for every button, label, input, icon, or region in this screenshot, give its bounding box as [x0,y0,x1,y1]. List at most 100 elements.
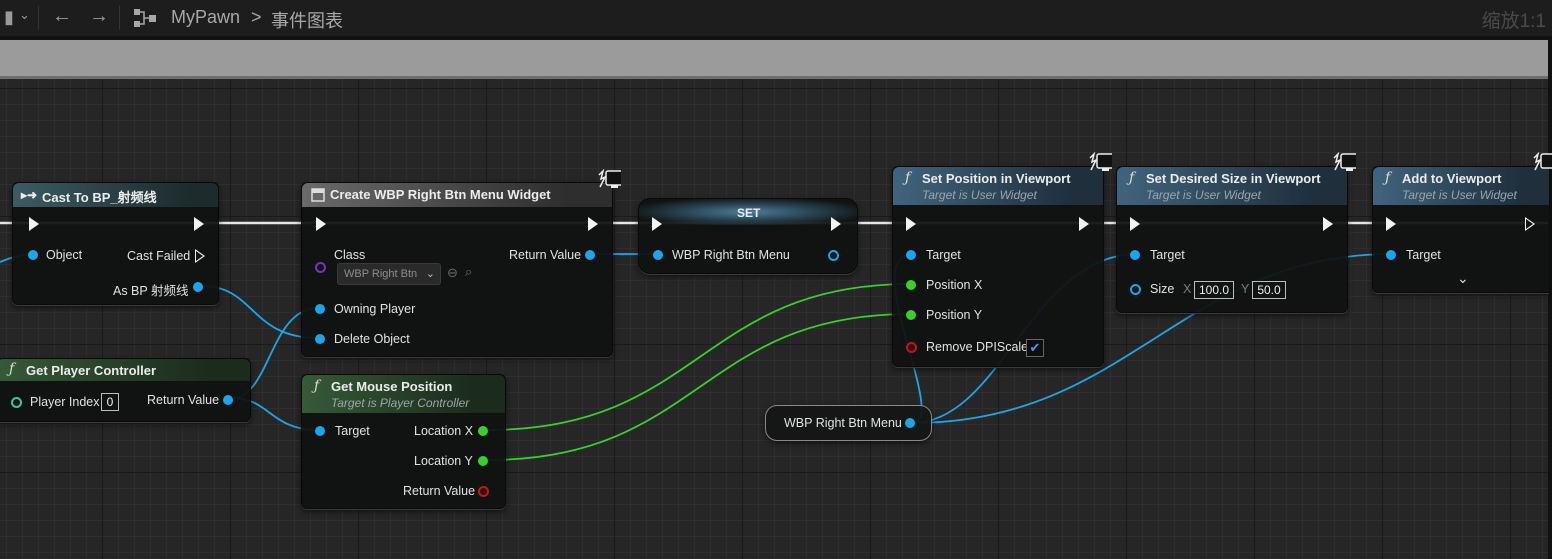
chevron-down-icon: ⌄ [425,268,435,280]
widget-icon [311,188,325,202]
monitor-badge-icon [1089,152,1112,171]
pin-label: Cast Failed [127,249,191,263]
node-title: SET [737,206,761,220]
node-title: Cast To BP_射频线 [42,190,157,205]
class-dropdown[interactable]: WBP Right Btn ⌄ [337,263,441,285]
position-x-pin[interactable] [906,280,916,290]
chevron-down-icon[interactable]: ⌄ [1457,270,1469,287]
cast-failed-pin[interactable] [195,249,205,263]
exec-out-pin[interactable] [1079,217,1089,231]
pin-label: Size [1150,282,1175,296]
as-bp-pin[interactable] [193,282,203,292]
node-title: Create WBP Right Btn Menu Widget [330,187,551,202]
pin-label: Return Value [509,248,582,262]
pin-label: Class [334,248,366,262]
node-title: Get Mouse Position [331,379,453,394]
exec-out-pin[interactable] [831,217,841,231]
object-pin[interactable] [28,250,38,260]
function-icon: ƒ [9,361,15,377]
remove-dpi-checkbox[interactable]: ✔ [1026,339,1044,357]
exec-in-pin[interactable] [1130,217,1140,231]
return-value-pin[interactable] [223,395,233,405]
exec-out-pin[interactable] [194,217,204,231]
function-icon: ƒ [1385,170,1391,186]
node-subtitle: Target is User Widget [1146,188,1261,202]
add-to-viewport-node[interactable]: ƒ Add to Viewport Target is User Widget … [1372,166,1549,293]
target-pin[interactable] [1130,250,1140,260]
location-x-pin[interactable] [478,426,488,436]
pin-label: Position Y [926,308,983,322]
node-subtitle: Target is User Widget [922,188,1037,202]
get-player-controller-node[interactable]: ƒ Get Player Controller Player Index 0 R… [0,358,251,422]
position-y-pin[interactable] [906,310,916,320]
target-pin[interactable] [1386,250,1396,260]
get-variable-node[interactable]: WBP Right Btn Menu [765,405,932,441]
monitor-badge-icon [598,169,621,188]
exec-out-pin[interactable] [588,217,598,231]
pin-label: Location Y [414,454,473,468]
get-mouse-position-node[interactable]: ƒ Get Mouse Position Target is Player Co… [301,374,506,509]
target-pin[interactable] [315,426,325,436]
size-x-label: X [1183,282,1192,296]
pin-label: WBP Right Btn Menu [672,248,790,262]
pin-label: Delete Object [334,332,410,346]
owning-player-pin[interactable] [315,304,325,314]
pin-label: As BP 射频线 [113,284,189,298]
pin-label: Target [335,424,370,438]
size-y-input[interactable]: 50.0 [1252,281,1286,299]
set-desired-size-node[interactable]: ƒ Set Desired Size in Viewport Target is… [1116,166,1348,313]
return-value-pin[interactable] [585,250,595,260]
monitor-badge-icon [1533,152,1552,171]
search-icon[interactable]: ⌕ [465,264,472,280]
class-pin[interactable] [315,262,326,273]
create-widget-node[interactable]: Create WBP Right Btn Menu Widget Class W… [301,182,613,357]
player-index-input[interactable]: 0 [101,393,119,411]
exec-in-pin[interactable] [316,217,326,231]
player-index-pin[interactable] [11,397,22,408]
exec-out-pin[interactable] [1525,217,1535,231]
pin-label: Target [1406,248,1441,262]
node-title: Add to Viewport [1402,171,1502,186]
size-y-label: Y [1241,282,1250,296]
exec-in-pin[interactable] [906,217,916,231]
monitor-badge-icon [1333,152,1356,171]
set-variable-node[interactable]: SET WBP Right Btn Menu [638,198,858,274]
function-icon: ƒ [1129,170,1135,186]
delete-object-pin[interactable] [315,334,325,344]
cast-icon: ▸➜ [21,188,38,202]
class-dropdown-value: WBP Right Btn [344,268,418,280]
pin-label: Owning Player [334,302,416,316]
set-position-node[interactable]: ƒ Set Position in Viewport Target is Use… [892,166,1104,367]
pin-label: Return Value [403,484,476,498]
exec-in-pin[interactable] [29,217,39,231]
pin-label: Target [1150,248,1185,262]
exec-in-pin[interactable] [1386,217,1396,231]
pin-label: Location X [414,424,474,438]
node-title: Set Desired Size in Viewport [1146,171,1321,186]
function-icon: ƒ [905,170,911,186]
variable-in-pin[interactable] [653,250,663,260]
pin-label: Player Index [30,395,100,409]
pin-label: Target [926,248,961,262]
exec-in-pin[interactable] [652,217,662,231]
pin-label: Return Value [147,393,220,407]
variable-out-pin[interactable] [828,250,839,261]
pin-label: Object [46,248,83,262]
node-title: Set Position in Viewport [922,171,1071,186]
size-x-input[interactable]: 100.0 [1194,281,1234,299]
node-title: Get Player Controller [26,363,157,378]
location-y-pin[interactable] [478,456,488,466]
return-value-pin[interactable] [478,486,489,497]
function-icon: ƒ [314,378,320,394]
size-pin[interactable] [1130,284,1141,295]
target-pin[interactable] [906,250,916,260]
node-subtitle: Target is Player Controller [331,396,470,410]
variable-out-pin[interactable] [905,418,915,428]
exec-out-pin[interactable] [1323,217,1333,231]
browse-icon[interactable]: ⊖ [447,265,458,281]
pin-label: Position X [926,278,983,292]
pin-label: Remove DPIScale [926,340,1029,354]
remove-dpi-pin[interactable] [906,342,917,353]
window-edge [1548,36,1552,559]
cast-to-node[interactable]: ▸➜ Cast To BP_射频线 Object Cast Failed As … [12,182,219,305]
